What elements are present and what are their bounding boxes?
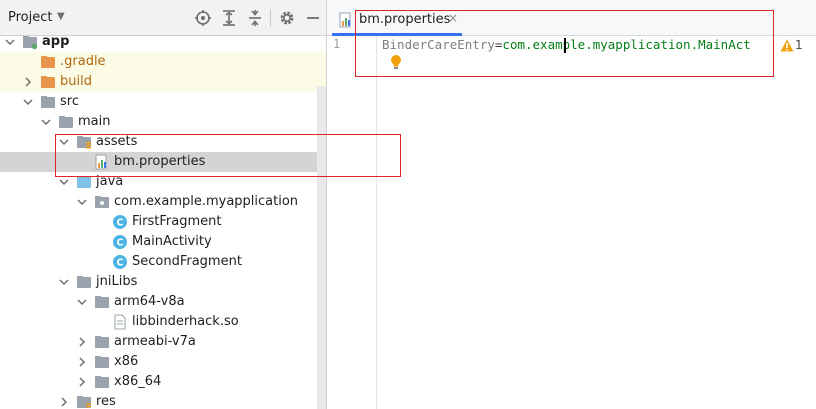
tree-row[interactable]: x86_64: [0, 372, 326, 392]
tree-item-label: libbinderhack.so: [132, 314, 239, 329]
tree-row[interactable]: .gradle: [0, 52, 326, 72]
properties-file-icon: [339, 12, 351, 28]
tree-row[interactable]: src: [0, 92, 326, 112]
tree-row[interactable]: armeabi-v7a: [0, 332, 326, 352]
chevron-down-icon[interactable]: [76, 196, 88, 208]
folder-icon: [95, 376, 109, 388]
tree-row[interactable]: java: [0, 172, 326, 192]
chevron-right-icon[interactable]: [76, 356, 88, 368]
chevron-down-icon[interactable]: [58, 136, 70, 148]
tree-scrollbar[interactable]: [317, 86, 326, 409]
lightbulb-icon[interactable]: [389, 54, 403, 70]
tree-item-label: x86: [114, 354, 139, 369]
tree-item-label: x86_64: [114, 374, 162, 389]
chevron-down-icon[interactable]: [4, 36, 16, 48]
properties-file-icon: [95, 154, 107, 170]
tree-item-label: jniLibs: [96, 274, 138, 289]
code-line[interactable]: BinderCareEntry=com.example.myapplicatio…: [382, 37, 751, 52]
package-icon: [95, 196, 109, 208]
tree-row[interactable]: C SecondFragment: [0, 252, 326, 272]
chevron-right-icon[interactable]: [76, 336, 88, 348]
tree-item-label: FirstFragment: [132, 214, 222, 229]
hide-panel-icon[interactable]: [304, 9, 322, 27]
folder-icon: [41, 96, 55, 108]
chevron-down-icon[interactable]: [58, 276, 70, 288]
locate-icon[interactable]: [194, 9, 212, 27]
tree-item-label: src: [60, 94, 79, 109]
editor-gutter: 1: [327, 36, 377, 409]
tree-item-label: MainActivity: [132, 234, 212, 249]
collapse-all-icon[interactable]: [246, 9, 264, 27]
tab-bm-properties[interactable]: bm.properties ×: [332, 6, 462, 36]
tree-row[interactable]: main: [0, 112, 326, 132]
tree-item-label: java: [96, 174, 124, 189]
resources-folder-icon: [77, 396, 91, 408]
chevron-right-icon[interactable]: [58, 396, 70, 408]
code-editor[interactable]: BinderCareEntry=com.example.myapplicatio…: [378, 36, 816, 409]
property-key: BinderCareEntry: [382, 37, 495, 52]
warning-triangle-icon[interactable]: [780, 39, 794, 52]
project-view-selector[interactable]: Project: [8, 10, 52, 25]
tree-item-label: main: [78, 114, 111, 129]
inspection-count[interactable]: 1: [795, 38, 803, 52]
module-folder-icon: [23, 36, 38, 50]
expand-all-icon[interactable]: [220, 9, 238, 27]
tree-row[interactable]: app: [0, 32, 326, 52]
svg-text:C: C: [117, 238, 124, 249]
tree-row[interactable]: bm.properties: [0, 152, 326, 172]
folder-orange-icon: [41, 56, 55, 68]
assets-folder-icon: [77, 136, 91, 149]
tree-item-label: assets: [96, 134, 138, 149]
tree-row[interactable]: jniLibs: [0, 272, 326, 292]
toolbar-separator: [270, 9, 271, 27]
tree-item-label: .gradle: [60, 54, 106, 69]
svg-text:C: C: [117, 218, 124, 229]
settings-gear-icon[interactable]: [278, 9, 296, 27]
folder-orange-icon: [41, 76, 55, 88]
chevron-right-icon[interactable]: [76, 376, 88, 388]
tree-row[interactable]: libbinderhack.so: [0, 312, 326, 332]
chevron-down-icon[interactable]: [58, 176, 70, 188]
folder-icon: [95, 296, 109, 308]
tree-row[interactable]: x86: [0, 352, 326, 372]
chevron-down-icon[interactable]: [22, 96, 34, 108]
tree-item-label: armeabi-v7a: [114, 334, 196, 349]
text-caret: [564, 38, 566, 53]
chevron-down-icon[interactable]: [40, 116, 52, 128]
tree-row[interactable]: C MainActivity: [0, 232, 326, 252]
tree-item-label: build: [60, 74, 92, 89]
tree-row[interactable]: res: [0, 392, 326, 409]
chevron-right-icon[interactable]: [22, 76, 34, 88]
file-icon: [114, 314, 126, 330]
close-icon[interactable]: ×: [448, 11, 458, 25]
folder-icon: [95, 336, 109, 348]
tree-item-label: res: [96, 394, 116, 409]
tree-item-label: app: [42, 34, 70, 49]
project-panel-header: Project ▼: [0, 0, 326, 36]
tree-row[interactable]: com.example.myapplication: [0, 192, 326, 212]
tree-item-label: bm.properties: [114, 154, 206, 169]
tree-row[interactable]: C FirstFragment: [0, 212, 326, 232]
svg-text:C: C: [117, 258, 124, 269]
line-number: 1: [333, 37, 341, 51]
tree-row[interactable]: assets: [0, 132, 326, 152]
class-icon: C: [113, 235, 127, 249]
class-icon: C: [113, 255, 127, 269]
folder-icon: [95, 356, 109, 368]
tree-item-label: arm64-v8a: [114, 294, 185, 309]
project-tool-window: Project ▼ app .gradle build src main ass…: [0, 0, 327, 409]
property-value: com.example.myapplication.MainAct: [502, 37, 751, 52]
chevron-down-icon[interactable]: ▼: [57, 11, 65, 22]
tree-row[interactable]: arm64-v8a: [0, 292, 326, 312]
source-folder-icon: [77, 176, 91, 188]
tree-item-label: com.example.myapplication: [114, 194, 299, 209]
chevron-down-icon[interactable]: [76, 296, 88, 308]
editor-tab-bar: bm.properties ×: [327, 0, 816, 36]
tab-label: bm.properties: [359, 12, 451, 27]
folder-icon: [59, 116, 73, 128]
folder-icon: [77, 276, 91, 288]
tree-item-label: SecondFragment: [132, 254, 242, 269]
tree-row[interactable]: build: [0, 72, 326, 92]
class-icon: C: [113, 215, 127, 229]
